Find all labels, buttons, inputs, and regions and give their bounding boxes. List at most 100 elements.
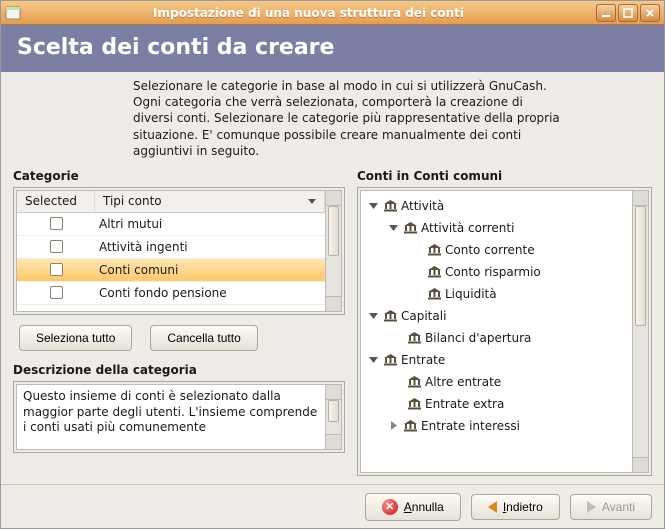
description-scrollbar[interactable] [326,384,342,450]
scroll-thumb[interactable] [635,206,646,326]
category-buttons: Seleziona tutto Cancella tutto [13,325,345,351]
category-label: Conti comuni [95,263,325,277]
intro-text: Selezionare le categorie in base al modo… [133,78,563,159]
description-label: Descrizione della categoria [13,363,345,377]
tree-item[interactable]: Conto corrente [363,239,630,261]
categories-scrollbar[interactable] [326,190,342,312]
back-label: Indietro [503,500,543,514]
categories-list-frame: Selected Tipi conto Altri mutui Attività … [13,187,345,315]
accounts-tree-frame: Attività Attività correnti Conto corrente C… [357,187,652,476]
category-row[interactable]: Attività ingenti [17,236,325,259]
category-label: Attività ingenti [95,240,325,254]
expander-spacer [387,376,403,388]
scroll-thumb[interactable] [328,206,339,256]
account-icon [403,222,417,234]
wizard-footer: ✕ Annulla Indietro Avanti [1,484,664,528]
category-checkbox-cell [17,217,95,230]
account-icon [407,398,421,410]
description-text: Questo insieme di conti è selezionato da… [16,384,326,450]
checkbox[interactable] [50,263,63,276]
tree-item[interactable]: Attività [363,195,630,217]
tree-item[interactable]: Capitali [363,305,630,327]
back-button[interactable]: Indietro [471,494,560,520]
tree-item-label: Bilanci d'apertura [425,331,531,345]
maximize-button[interactable] [618,4,638,22]
accounts-tree[interactable]: Attività Attività correnti Conto corrente C… [360,190,633,473]
expander-icon[interactable] [367,354,379,366]
expander-spacer [407,288,423,300]
tree-item-label: Attività correnti [421,221,514,235]
tree-item[interactable]: Entrate interessi [363,415,630,437]
tree-item-label: Entrate extra [425,397,504,411]
checkbox[interactable] [50,217,63,230]
tree-item-label: Conto corrente [445,243,535,257]
expander-icon[interactable] [367,200,379,212]
tree-item[interactable]: Entrate [363,349,630,371]
expander-spacer [387,398,403,410]
accounts-scrollbar[interactable] [633,190,649,473]
expander-icon[interactable] [367,310,379,322]
close-button[interactable] [640,4,660,22]
category-checkbox-cell [17,240,95,253]
arrow-left-icon [488,501,497,513]
tree-item-label: Attività [401,199,444,213]
checkbox[interactable] [50,240,63,253]
cancel-button[interactable]: ✕ Annulla [365,493,461,521]
tree-item[interactable]: Entrate extra [363,393,630,415]
scroll-thumb[interactable] [328,400,339,422]
categories-header: Selected Tipi conto [17,191,325,213]
col-selected[interactable]: Selected [17,191,95,212]
account-icon [383,310,397,322]
accounts-label: Conti in Conti comuni [357,169,652,183]
wizard-window: Impostazione di una nuova struttura dei … [0,0,665,529]
account-icon [427,244,441,256]
categories-label: Categorie [13,169,345,183]
account-icon [427,266,441,278]
tree-item[interactable]: Altre entrate [363,371,630,393]
tree-item-label: Altre entrate [425,375,501,389]
category-label: Altri mutui [95,217,325,231]
app-icon [5,5,21,21]
tree-item[interactable]: Bilanci d'apertura [363,327,630,349]
window-title: Impostazione di una nuova struttura dei … [27,6,590,20]
wizard-heading: Scelta dei conti da creare [17,35,334,60]
tree-item[interactable]: Liquidità [363,283,630,305]
minimize-button[interactable] [596,4,616,22]
tree-item-label: Capitali [401,309,446,323]
titlebar: Impostazione di una nuova struttura dei … [1,1,664,25]
sort-indicator-icon [308,199,316,204]
forward-button[interactable]: Avanti [570,494,652,520]
select-all-button[interactable]: Seleziona tutto [19,325,132,351]
category-row[interactable]: Conti comuni [17,259,325,282]
forward-label: Avanti [602,500,635,514]
category-row[interactable]: Conti fondo pensione [17,282,325,305]
category-label: Conti fondo pensione [95,286,325,300]
category-checkbox-cell [17,263,95,276]
checkbox[interactable] [50,286,63,299]
expander-spacer [387,332,403,344]
arrow-right-icon [587,501,596,513]
account-icon [403,420,417,432]
account-icon [407,376,421,388]
cancel-icon: ✕ [382,499,398,515]
expander-icon[interactable] [387,222,399,234]
account-icon [407,332,421,344]
description-frame: Questo insieme di conti è selezionato da… [13,381,345,453]
account-icon [383,354,397,366]
col-tipo[interactable]: Tipi conto [95,191,325,212]
wizard-banner: Scelta dei conti da creare [1,25,664,72]
category-row[interactable]: Altri mutui [17,213,325,236]
tree-item-label: Conto risparmio [445,265,541,279]
categories-list[interactable]: Selected Tipi conto Altri mutui Attività … [16,190,326,312]
cancel-label: Annulla [404,500,444,514]
expander-spacer [407,244,423,256]
categories-panel: Categorie Selected Tipi conto Altri mutu… [13,169,345,476]
wizard-body: Selezionare le categorie in base al modo… [1,72,664,484]
tree-item-label: Liquidità [445,287,497,301]
tree-item-label: Entrate [401,353,445,367]
tree-item[interactable]: Attività correnti [363,217,630,239]
clear-all-button[interactable]: Cancella tutto [150,325,257,351]
tree-item-label: Entrate interessi [421,419,520,433]
expander-icon[interactable] [387,420,399,432]
tree-item[interactable]: Conto risparmio [363,261,630,283]
